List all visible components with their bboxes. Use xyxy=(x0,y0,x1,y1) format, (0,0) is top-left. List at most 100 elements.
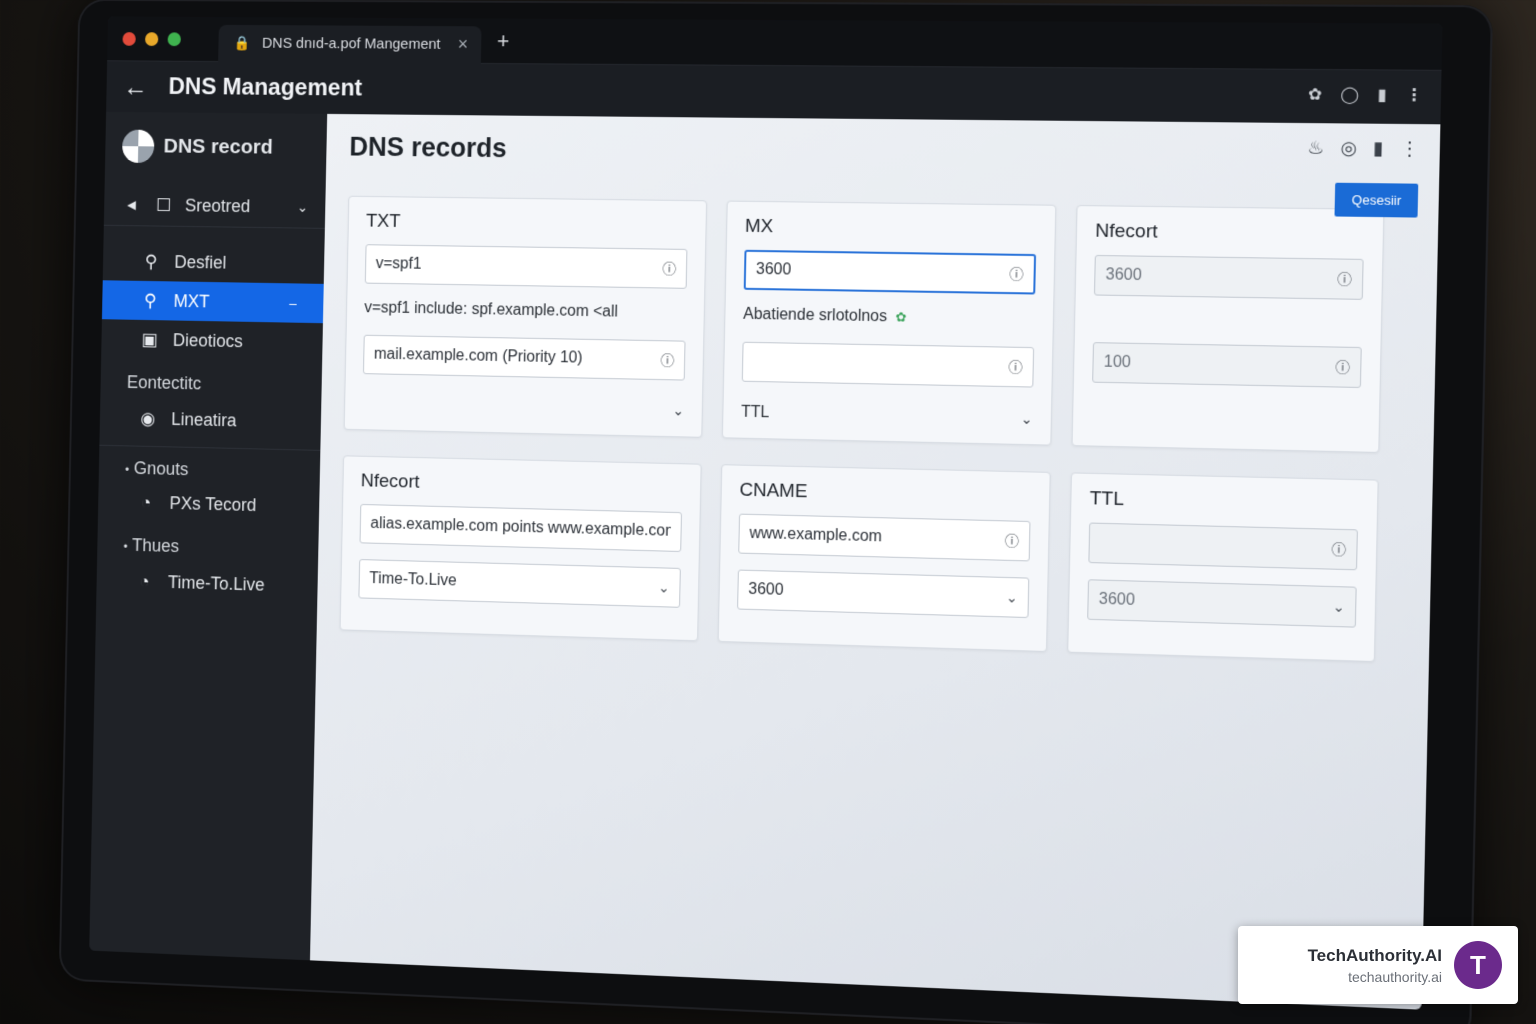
scene: 🔒 DNS dnıd-a.pof Mangement × + ← DNS Man… xyxy=(0,0,1536,1024)
chevron-down-icon: ⌄ xyxy=(296,198,309,215)
card-title: Nfecort xyxy=(360,470,420,493)
mx-value-input[interactable]: ⓘ xyxy=(741,341,1035,388)
ttl-card: TTL ⓘ 3600 ⌄ xyxy=(1067,472,1379,663)
mx-ttl-select[interactable]: TTL ⌄ xyxy=(741,398,1033,428)
sidebar-group-label: Thues xyxy=(131,535,180,556)
sidebar-item-dieotiocs[interactable]: ▣ Dieotiocs xyxy=(101,319,323,362)
mx-ttl-field[interactable] xyxy=(755,260,1010,283)
bullet-icon: • xyxy=(125,462,130,477)
sidebar-item-label: Lineatira xyxy=(171,408,237,430)
mail-host-field[interactable] xyxy=(373,345,661,370)
browser-tab[interactable]: 🔒 DNS dnıd-a.pof Mangement × xyxy=(218,24,482,64)
mail-host-input[interactable]: ⓘ xyxy=(362,334,686,381)
cname-target-field[interactable] xyxy=(749,524,1006,550)
chevron-down-icon: ⌄ xyxy=(1005,588,1018,606)
chevron-down-icon: ⌄ xyxy=(1332,597,1346,615)
sidebar-group-label: Gnouts xyxy=(133,458,189,480)
card-title: TXT xyxy=(365,210,401,232)
sidebar-group-gnouts[interactable]: • Gnouts xyxy=(98,444,321,488)
camera-icon: ◉ xyxy=(140,408,156,428)
nrecord-ttl-input[interactable]: ⓘ xyxy=(1093,254,1364,300)
cname-target-input[interactable]: ⓘ xyxy=(738,513,1031,562)
tab-title: DNS dnıd-a.pof Mangement xyxy=(261,34,441,53)
records-grid: TXT ⓘ v=spf1 include: spf.example.com <a… xyxy=(339,195,1414,663)
ttl-value-input[interactable]: ⓘ xyxy=(1088,522,1358,571)
target-icon[interactable]: ◎ xyxy=(1340,138,1357,160)
ttl-value-field[interactable] xyxy=(1099,533,1332,559)
globe-icon: ◔ xyxy=(139,570,150,591)
new-tab-button[interactable]: + xyxy=(497,28,510,54)
sidebar-item-pxs-tecord[interactable]: ◔ PXs Tecord xyxy=(98,482,320,527)
sidebar-group-thues[interactable]: • Thues xyxy=(97,521,319,567)
settings-icon[interactable]: ✿ xyxy=(1308,84,1322,105)
dash-icon: – xyxy=(289,295,297,311)
txt-value-field[interactable] xyxy=(375,255,663,278)
watermark-text: TechAuthority.AI techauthority.ai xyxy=(1308,946,1442,985)
minimize-window-button[interactable] xyxy=(144,31,159,46)
select-value: 3600 xyxy=(748,580,784,599)
info-icon: ⓘ xyxy=(1004,532,1020,550)
search-icon: ⚲ xyxy=(143,290,157,310)
page-title: DNS records xyxy=(349,131,508,164)
txt-value-input[interactable]: ⓘ xyxy=(364,244,688,289)
chevron-left-icon: ◀ xyxy=(126,197,136,212)
chevron-down-icon: ⌄ xyxy=(657,578,670,596)
nrecord-priority-field[interactable] xyxy=(1103,353,1336,377)
txt-record-text: v=spf1 include: spf.example.com <all xyxy=(364,299,619,321)
screen: 🔒 DNS dnıd-a.pof Mangement × + ← DNS Man… xyxy=(89,16,1443,1010)
circle-icon[interactable]: ◯ xyxy=(1340,84,1359,105)
nrecord-card: Nfecort ⓘ ⓘ xyxy=(1071,205,1385,453)
ttl-select[interactable]: 3600 ⌄ xyxy=(1087,579,1357,628)
alias-ttl-select[interactable]: Time-To.Live ⌄ xyxy=(358,559,681,608)
more-vert-icon[interactable]: ⋮ xyxy=(1405,85,1422,106)
sidebar-item-mxt[interactable]: ⚲ MXT – xyxy=(101,280,324,324)
info-icon: ⓘ xyxy=(1008,358,1023,376)
sidebar-item-lineatira[interactable]: ◉ Lineatira xyxy=(100,398,322,442)
card-title: Nfecort xyxy=(1095,220,1158,243)
info-icon: ⓘ xyxy=(660,352,675,369)
watermark-title: TechAuthority.AI xyxy=(1307,945,1442,965)
cname-ttl-select[interactable]: 3600 ⌄ xyxy=(737,569,1030,619)
close-window-button[interactable] xyxy=(122,31,136,46)
chevron-down-icon: ⌄ xyxy=(672,402,685,419)
card-title: MX xyxy=(744,215,774,238)
app-body: DNS record ◀ ☐ Sreotred ⌄ ⚲ Desfiel ⚲ MX… xyxy=(89,111,1441,1010)
mx-ttl-input[interactable]: ⓘ xyxy=(743,249,1037,295)
primary-action-button[interactable]: Qesesiir xyxy=(1334,182,1419,218)
info-icon: ⓘ xyxy=(1335,358,1351,376)
nrecord-priority-input[interactable]: ⓘ xyxy=(1092,342,1362,388)
mx-helper-text: Abatiende srlotolnos xyxy=(743,305,888,326)
back-arrow-icon[interactable]: ← xyxy=(123,72,148,102)
info-icon: ⓘ xyxy=(662,260,677,277)
maximize-window-button[interactable] xyxy=(167,31,181,46)
info-icon: ⓘ xyxy=(1009,265,1024,283)
lock-icon: 🔒 xyxy=(233,34,251,51)
alias-field[interactable] xyxy=(370,515,671,541)
nrecord-alias-card: Nfecort Time-To.Live ⌄ xyxy=(339,455,702,642)
document-icon[interactable]: ▮ xyxy=(1377,85,1387,106)
document-icon[interactable]: ▮ xyxy=(1373,138,1384,160)
txt-record-card: TXT ⓘ v=spf1 include: spf.example.com <a… xyxy=(343,195,708,438)
sidebar-item-desfiel[interactable]: ⚲ Desfiel xyxy=(103,241,325,284)
sidebar: DNS record ◀ ☐ Sreotred ⌄ ⚲ Desfiel ⚲ MX… xyxy=(89,111,328,961)
globe-icon: ◔ xyxy=(140,492,152,512)
sidebar-item-label: PXs Tecord xyxy=(169,492,257,515)
mx-ttl-label: TTL xyxy=(740,403,770,422)
tab-close-button[interactable]: × xyxy=(458,34,469,55)
alias-input[interactable] xyxy=(359,503,682,553)
mx-value-field[interactable] xyxy=(752,352,1009,376)
file-icon: ☐ xyxy=(155,194,172,215)
toolbar-icons: ♨ ◎ ▮ ⋮ xyxy=(1307,137,1419,160)
notification-icon[interactable]: ♨ xyxy=(1307,137,1324,159)
sidebar-item-time-to-live[interactable]: ◔ Time-To.Live xyxy=(96,561,318,606)
sidebar-item-label: Time-To.Live xyxy=(167,571,265,595)
nrecord-ttl-field[interactable] xyxy=(1105,266,1338,289)
main-content: DNS records ♨ ◎ ▮ ⋮ Qesesiir TXT v=spf1 … xyxy=(309,113,1441,1010)
txt-expand-row[interactable]: ⌄ xyxy=(362,390,684,420)
app-title: DNS Management xyxy=(168,73,363,102)
sidebar-selector[interactable]: ◀ ☐ Sreotred ⌄ xyxy=(103,183,326,229)
more-vert-icon[interactable]: ⋮ xyxy=(1400,138,1419,160)
bullet-icon: • xyxy=(123,539,128,554)
sidebar-item-label: Desfiel xyxy=(174,251,227,273)
sidebar-section-title: Eontectitc xyxy=(126,372,202,394)
